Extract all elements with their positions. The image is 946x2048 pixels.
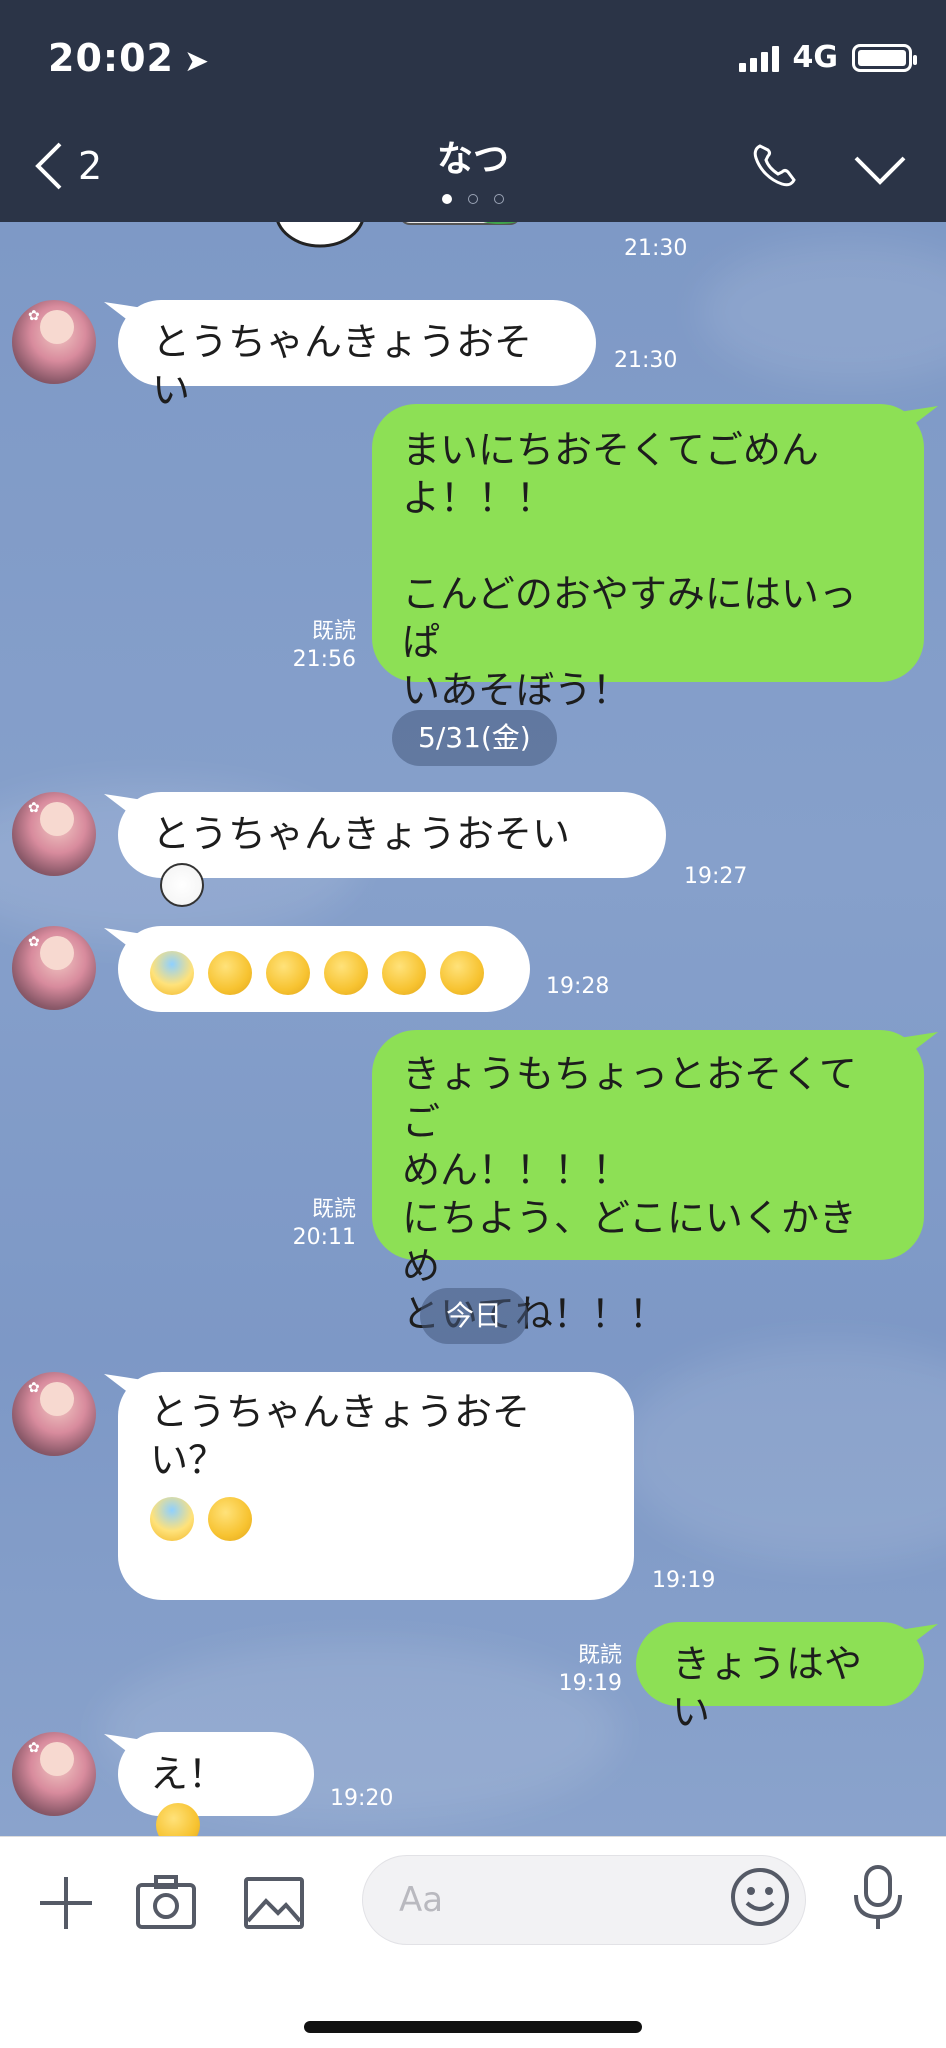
steam-nose-icon xyxy=(208,950,252,995)
yum-icon xyxy=(382,950,426,995)
message-bubble-outgoing[interactable]: まいにちおそくてごめん よ！！！ こんどのおやすみにはいっぱ いあそぼう！ xyxy=(372,404,924,712)
date-separator: 5/31(金) xyxy=(392,710,557,766)
message-text: とうちゃんきょうおそい xyxy=(152,320,533,412)
avatar[interactable]: ✿ xyxy=(12,1372,96,1456)
message-time: 21:30 xyxy=(614,348,678,373)
battery-icon xyxy=(852,43,917,72)
message-text: きょうはやい xyxy=(672,1642,863,1734)
header-bar: 20:02 ➤ 4G 2 なつ xyxy=(0,0,946,222)
home-indicator xyxy=(304,2021,642,2033)
sticker-image[interactable] xyxy=(270,222,550,272)
message-bubble-incoming[interactable]: とうちゃんきょうおそい xyxy=(118,300,596,412)
message-time: 19:20 xyxy=(330,1786,394,1811)
message-text: とうちゃんきょうおそい xyxy=(152,812,571,856)
page-dot xyxy=(442,194,452,204)
page-dots xyxy=(0,194,946,204)
message-bubble-outgoing[interactable]: きょうはやい xyxy=(636,1622,924,1734)
message-text: まいにちおそくてごめん よ！！！ こんどのおやすみにはいっぱ いあそぼう！ xyxy=(402,428,857,712)
message-bubble-incoming[interactable]: とうちゃんきょうおそい xyxy=(118,792,666,907)
status-time: 20:02 ➤ xyxy=(48,36,210,80)
message-time: 19:19 xyxy=(558,1671,622,1696)
avatar[interactable]: ✿ xyxy=(12,926,96,1010)
tears-of-joy-icon xyxy=(156,1802,200,1836)
date-separator: 今日 xyxy=(420,1288,529,1344)
message-time: 19:28 xyxy=(546,974,610,999)
read-receipt: 既読 19:19 xyxy=(540,1642,622,1698)
chevron-down-icon[interactable] xyxy=(852,150,908,190)
location-arrow-icon: ➤ xyxy=(183,44,211,79)
message-bubble-incoming[interactable]: え！ xyxy=(118,1732,314,1836)
fearful-scream-icon xyxy=(150,950,194,995)
signal-icon xyxy=(738,44,779,72)
microphone-icon[interactable] xyxy=(850,1863,906,1933)
message-time: 19:27 xyxy=(684,864,748,889)
message-time: 21:56 xyxy=(292,647,356,672)
message-time: 21:30 xyxy=(624,236,688,261)
phone-icon[interactable] xyxy=(748,140,800,192)
avatar[interactable]: ✿ xyxy=(12,300,96,384)
avatar[interactable]: ✿ xyxy=(12,1732,96,1816)
camera-icon[interactable] xyxy=(134,1871,198,1935)
grin-sweat-icon xyxy=(324,950,368,995)
grimace-icon xyxy=(440,950,484,995)
read-receipt: 既読 21:56 xyxy=(280,618,356,674)
page-dot xyxy=(468,194,478,204)
plus-icon[interactable] xyxy=(34,1871,98,1935)
read-label: 既読 xyxy=(311,1197,356,1222)
message-text: とうちゃんきょうおそい？ xyxy=(150,1390,531,1482)
read-receipt: 既読 20:11 xyxy=(280,1196,356,1252)
mask-face-icon xyxy=(160,862,204,907)
read-label: 既読 xyxy=(311,619,356,644)
message-time: 20:11 xyxy=(292,1225,356,1250)
avatar[interactable]: ✿ xyxy=(12,792,96,876)
message-time: 19:19 xyxy=(652,1568,716,1593)
chat-area[interactable]: 21:30 ✿ とうちゃんきょうおそい 21:30 まいにちおそくてごめん よ！… xyxy=(0,222,946,1836)
emoji-icon[interactable] xyxy=(728,1865,792,1929)
message-bubble-incoming[interactable]: とうちゃんきょうおそい？ xyxy=(118,1372,634,1600)
network-type: 4G xyxy=(792,40,839,75)
image-icon[interactable] xyxy=(242,1871,306,1935)
chat-title: なつ xyxy=(436,139,509,180)
input-bar: Aa xyxy=(0,1836,946,2048)
status-time-text: 20:02 xyxy=(48,36,174,80)
page-dot xyxy=(494,194,504,204)
message-bubble-incoming[interactable] xyxy=(118,926,530,1012)
halo-smile-icon xyxy=(208,1496,252,1541)
message-bubble-outgoing[interactable]: きょうもちょっとおそくてご めん！！！！ にちよう、どこにいくかきめ といてね！… xyxy=(372,1030,924,1336)
sad-sweat-icon xyxy=(266,950,310,995)
message-text: え！ xyxy=(150,1752,227,1796)
read-label: 既読 xyxy=(577,1643,622,1668)
status-indicators: 4G xyxy=(738,40,917,75)
fearful-scream-icon xyxy=(150,1496,194,1541)
